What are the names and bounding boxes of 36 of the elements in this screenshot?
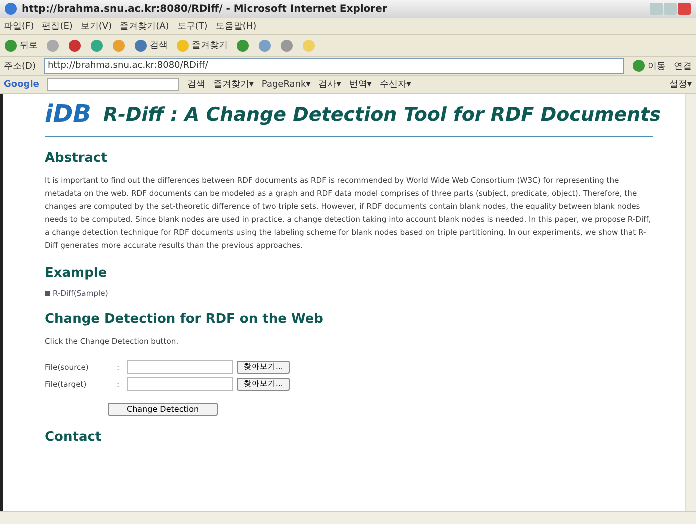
google-toolbar-item[interactable]: 검색 <box>187 78 206 91</box>
google-toolbar-item[interactable]: 번역▾ <box>349 78 372 91</box>
section-heading: Example <box>45 266 108 281</box>
bullet-icon <box>45 291 50 296</box>
address-field[interactable]: http://brahma.snu.ac.kr:8080/RDiff/ <box>44 58 624 74</box>
section-heading: Change Detection for RDF on the Web <box>45 312 324 327</box>
change-detection-button[interactable]: Change Detection <box>108 403 218 416</box>
google-logo: Google <box>4 80 40 90</box>
section-heading: Contact <box>45 430 103 445</box>
section-heading: Abstract <box>45 151 108 166</box>
settings-button[interactable]: 설정▾ <box>669 78 692 91</box>
google-toolbar-item[interactable]: PageRank▾ <box>262 80 311 90</box>
menu-item[interactable]: 파일(F) <box>4 20 34 32</box>
menu-item[interactable]: 보기(V) <box>80 20 112 32</box>
search-button[interactable]: 검색 <box>134 38 168 52</box>
menu-item[interactable]: 편집(E) <box>42 20 73 32</box>
back-button[interactable]: 뒤로 <box>4 38 38 52</box>
menu-item[interactable]: 즐겨찾기(A) <box>120 20 170 32</box>
links-label[interactable]: 연결 <box>674 60 692 72</box>
window-title: http://brahma.snu.ac.kr:8080/RDiff/ - Microsoft Internet Explorer <box>22 4 388 14</box>
logo: iDB <box>45 102 92 126</box>
google-toolbar-item[interactable]: 검사▾ <box>318 78 342 91</box>
vertical-scrollbar[interactable] <box>685 94 696 511</box>
window-controls-icon[interactable] <box>650 2 692 16</box>
google-search-field[interactable] <box>47 78 180 91</box>
go-button[interactable]: 이동 <box>632 59 666 73</box>
address-label: 주소(D) <box>4 60 36 72</box>
favorites-button[interactable]: 즐겨찾기 <box>176 38 228 52</box>
file-input-field[interactable] <box>127 377 233 391</box>
google-toolbar-item[interactable]: 즐겨찾기▾ <box>213 78 254 91</box>
page-title: R-Diff : A Change Detection Tool for RDF Documents <box>103 104 662 126</box>
file-input-field[interactable] <box>127 360 233 374</box>
horizontal-scrollbar[interactable] <box>0 511 696 524</box>
menu-item[interactable]: 도구(T) <box>177 20 208 32</box>
menu-item[interactable]: 도움말(H) <box>216 20 257 32</box>
google-toolbar-item[interactable]: 수신자▾ <box>380 78 412 91</box>
